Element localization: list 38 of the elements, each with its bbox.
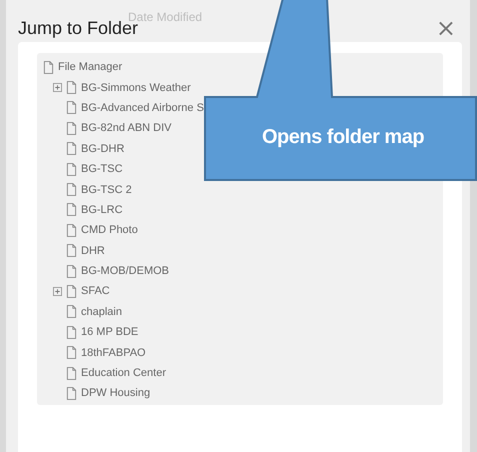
expand-icon[interactable] bbox=[53, 286, 62, 296]
document-icon bbox=[66, 203, 77, 216]
close-button[interactable]: × bbox=[432, 16, 460, 40]
tree-item[interactable]: 18thFABPAO bbox=[81, 346, 146, 359]
tree-item[interactable]: chaplain bbox=[81, 306, 122, 318]
tree-item[interactable]: 16 MP BDE bbox=[81, 326, 138, 338]
document-icon bbox=[66, 326, 77, 339]
document-icon bbox=[66, 101, 77, 114]
document-icon bbox=[66, 386, 77, 400]
document-icon bbox=[66, 366, 77, 380]
document-icon bbox=[43, 60, 54, 74]
document-icon bbox=[66, 305, 77, 318]
tree-item[interactable]: CMD Photo bbox=[81, 224, 138, 236]
document-icon bbox=[66, 346, 77, 360]
document-icon bbox=[66, 122, 77, 135]
document-icon bbox=[66, 81, 77, 94]
tree-item[interactable]: BG-Simmons Weather bbox=[81, 82, 191, 94]
document-icon bbox=[66, 264, 77, 278]
tree-item[interactable]: File Manager bbox=[58, 61, 122, 74]
document-icon bbox=[66, 162, 77, 176]
tree-item[interactable]: Education Center bbox=[81, 367, 166, 380]
document-icon bbox=[66, 244, 77, 258]
tree-item[interactable]: SFAC bbox=[81, 285, 110, 298]
tree-item[interactable]: BG-82nd ABN DIV bbox=[81, 122, 172, 134]
callout-text: Opens folder map bbox=[262, 126, 424, 149]
tree-item[interactable]: BG-Advanced Airborne S bbox=[81, 102, 204, 114]
document-icon bbox=[66, 224, 77, 237]
expand-icon[interactable] bbox=[53, 83, 62, 92]
document-icon bbox=[66, 142, 77, 156]
tree-item[interactable]: DPW Housing bbox=[81, 387, 150, 400]
tree-item[interactable]: BG-LRC bbox=[81, 204, 123, 216]
tree-item[interactable]: BG-DHR bbox=[81, 142, 124, 155]
tree-item[interactable]: BG-TSC bbox=[81, 163, 123, 176]
tree-item[interactable]: BG-TSC 2 bbox=[81, 184, 132, 196]
tree-item[interactable]: BG-MOB/DEMOB bbox=[81, 265, 170, 278]
document-icon bbox=[66, 183, 77, 196]
document-icon bbox=[66, 284, 77, 298]
tree-item[interactable]: DHR bbox=[81, 244, 105, 257]
